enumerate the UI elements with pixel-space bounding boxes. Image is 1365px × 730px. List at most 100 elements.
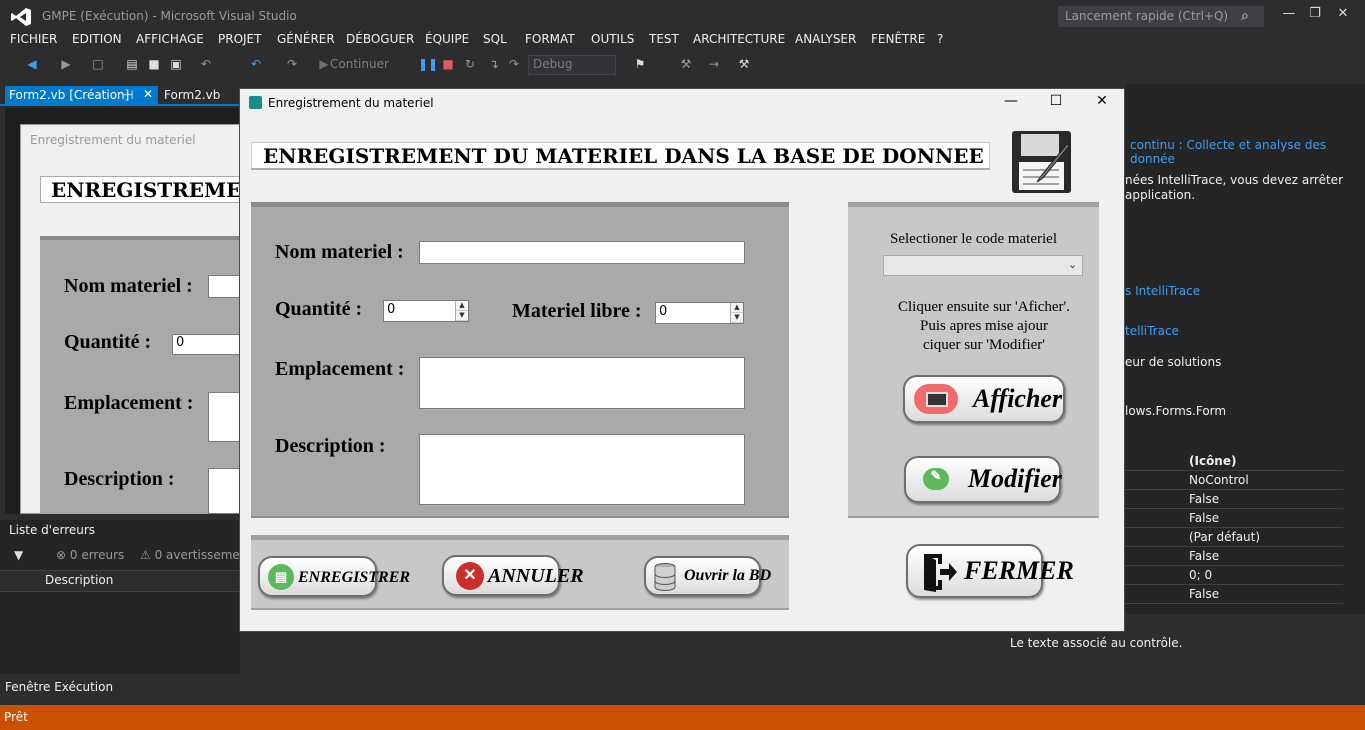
errors-filter-button[interactable]: ⊗ 0 erreurs [56, 548, 124, 562]
spin-up-icon[interactable]: ▲ [456, 301, 468, 311]
menu-fenetre[interactable]: FENÊTRE [871, 32, 925, 46]
description-input[interactable] [419, 434, 745, 505]
attach-icon[interactable]: ⚒ [678, 57, 694, 73]
menu-affichage[interactable]: AFFICHAGE [136, 32, 204, 46]
menu-bar: FICHIER EDITION AFFICHAGE PROJET GÉNÉRER… [0, 32, 1365, 52]
menu-test[interactable]: TEST [649, 32, 679, 46]
modifier-button[interactable]: ✎ Modifier [904, 456, 1062, 503]
property-value: False [1189, 492, 1220, 506]
designer-emplacement-label[interactable]: Emplacement : [64, 392, 193, 415]
comment-icon[interactable]: ↶ [198, 57, 214, 73]
enregistrer-button[interactable]: ▤ ENREGISTRER [258, 556, 410, 597]
stop-icon[interactable]: ■ [440, 57, 456, 73]
menu-help[interactable]: ? [937, 32, 943, 46]
designer-nom-input[interactable] [208, 275, 240, 298]
redo-icon[interactable]: ↷ [284, 57, 300, 73]
minimize-button[interactable]: — [1276, 6, 1302, 26]
form-close-button[interactable]: ✕ [1087, 93, 1117, 113]
property-row[interactable]: False [1125, 490, 1343, 509]
menu-outils[interactable]: OUTILS [591, 32, 634, 46]
property-row[interactable]: False [1125, 585, 1343, 604]
close-tab-icon[interactable]: ✕ [143, 87, 153, 101]
arrow-right-icon[interactable]: → [706, 57, 722, 73]
filter-icon[interactable]: ▼ [14, 548, 23, 562]
error-list-title[interactable]: Liste d'erreurs [9, 523, 95, 537]
menu-sql[interactable]: SQL [483, 32, 507, 46]
error-icon: ⊗ [56, 548, 70, 562]
new-project-icon[interactable]: □ [90, 57, 106, 73]
menu-generer[interactable]: GÉNÉRER [277, 32, 335, 46]
chevron-down-icon[interactable]: ⌄ [1068, 258, 1077, 271]
designer-header-label[interactable]: ENREGISTREMENT DU MATERIEL DANS LA BASE … [40, 176, 240, 203]
solution-explorer-tab[interactable]: eur de solutions [1125, 355, 1221, 369]
annuler-button[interactable]: ✕ ANNULER [442, 555, 584, 596]
menu-fichier[interactable]: FICHIER [10, 32, 57, 46]
menu-edition[interactable]: EDITION [72, 32, 122, 46]
menu-architecture[interactable]: ARCHITECTURE [693, 32, 785, 46]
menu-deboguer[interactable]: DÉBOGUER [346, 32, 414, 46]
tab-form2-design[interactable]: Form2.vb [Création] ⊣ ✕ [5, 86, 158, 106]
menu-format[interactable]: FORMAT [525, 32, 575, 46]
tab-form2-code[interactable]: Form2.vb [162, 86, 222, 106]
close-button[interactable]: ✕ [1330, 6, 1356, 26]
fermer-button[interactable]: FERMER [906, 544, 1074, 598]
property-row[interactable]: 0; 0 [1125, 566, 1343, 585]
designer-quantite-input[interactable]: 0 [172, 334, 240, 355]
continue-button[interactable]: Continuer [330, 57, 389, 71]
pause-icon[interactable]: ❚❚ [418, 57, 438, 73]
step-into-icon[interactable]: ↴ [486, 57, 502, 73]
status-text: Prêt [4, 710, 28, 724]
property-row[interactable]: False [1125, 547, 1343, 566]
property-row[interactable]: (Par défaut) [1125, 528, 1343, 547]
form-minimize-button[interactable]: — [996, 93, 1026, 113]
designer-nom-label[interactable]: Nom materiel : [64, 275, 193, 298]
restart-icon[interactable]: ↻ [462, 57, 478, 73]
pin-icon[interactable]: ⊣ [123, 88, 133, 102]
intellitrace-link-2[interactable]: telliTrace [1125, 324, 1179, 338]
property-row[interactable]: NoControl [1125, 471, 1343, 490]
column-description[interactable]: Description [45, 573, 113, 587]
save-all-icon[interactable]: ▣ [168, 57, 184, 73]
menu-equipe[interactable]: ÉQUIPE [425, 32, 469, 46]
form-maximize-button[interactable]: ☐ [1041, 93, 1071, 113]
emplacement-input[interactable] [419, 357, 745, 409]
intellitrace-link-1[interactable]: s IntelliTrace [1125, 284, 1200, 298]
open-file-icon[interactable]: ▤ [124, 57, 140, 73]
configuration-select[interactable]: Debug [528, 55, 616, 75]
quantite-spin-buttons[interactable]: ▲ ▼ [455, 301, 468, 321]
menu-analyser[interactable]: ANALYSER [795, 32, 856, 46]
quantite-stepper[interactable]: 0 ▲ ▼ [383, 300, 469, 322]
diagnostic-message: nées IntelliTrace, vous devez arrêter ap… [1125, 173, 1343, 202]
property-row[interactable]: (Icône) [1125, 452, 1343, 471]
step-over-icon[interactable]: ↷ [506, 57, 522, 73]
ouvrir-bd-button[interactable]: Ouvrir la BD [644, 556, 771, 596]
designer-description-input[interactable] [208, 468, 240, 514]
libre-stepper[interactable]: 0 ▲ ▼ [655, 302, 744, 324]
designer-emplacement-input[interactable] [208, 392, 240, 442]
immediate-window-tab[interactable]: Fenêtre Exécution [5, 680, 113, 694]
afficher-button[interactable]: Afficher [903, 375, 1065, 423]
nom-input[interactable] [419, 241, 745, 264]
property-value: (Icône) [1189, 454, 1237, 468]
find-icon[interactable]: ⚑ [632, 57, 648, 73]
code-materiel-select[interactable] [883, 255, 1083, 276]
designer-quantite-label[interactable]: Quantité : [64, 331, 151, 354]
properties-object-selector[interactable]: lows.Forms.Form [1125, 404, 1226, 418]
designer-description-label[interactable]: Description : [64, 468, 175, 491]
menu-projet[interactable]: PROJET [218, 32, 261, 46]
quick-launch-input[interactable]: Lancement rapide (Ctrl+Q) [1058, 6, 1264, 27]
spin-down-icon[interactable]: ▼ [731, 313, 743, 323]
tools-icon[interactable]: ⚒ [736, 57, 752, 73]
pencil-icon: ✎ [923, 468, 949, 490]
save-icon[interactable]: ■ [146, 57, 162, 73]
search-icon[interactable]: ⌕ [1241, 8, 1257, 24]
undo-icon[interactable]: ↶ [248, 57, 264, 73]
spin-down-icon[interactable]: ▼ [456, 311, 468, 321]
spin-up-icon[interactable]: ▲ [731, 303, 743, 313]
forward-icon[interactable]: ▶ [58, 57, 74, 73]
property-row[interactable]: False [1125, 509, 1343, 528]
back-icon[interactable]: ◀ [24, 57, 40, 73]
diagnostic-tools-link[interactable]: continu : Collecte et analyse des donnée [1130, 138, 1365, 166]
restore-button[interactable]: ❐ [1302, 6, 1328, 26]
libre-spin-buttons[interactable]: ▲ ▼ [730, 303, 743, 323]
